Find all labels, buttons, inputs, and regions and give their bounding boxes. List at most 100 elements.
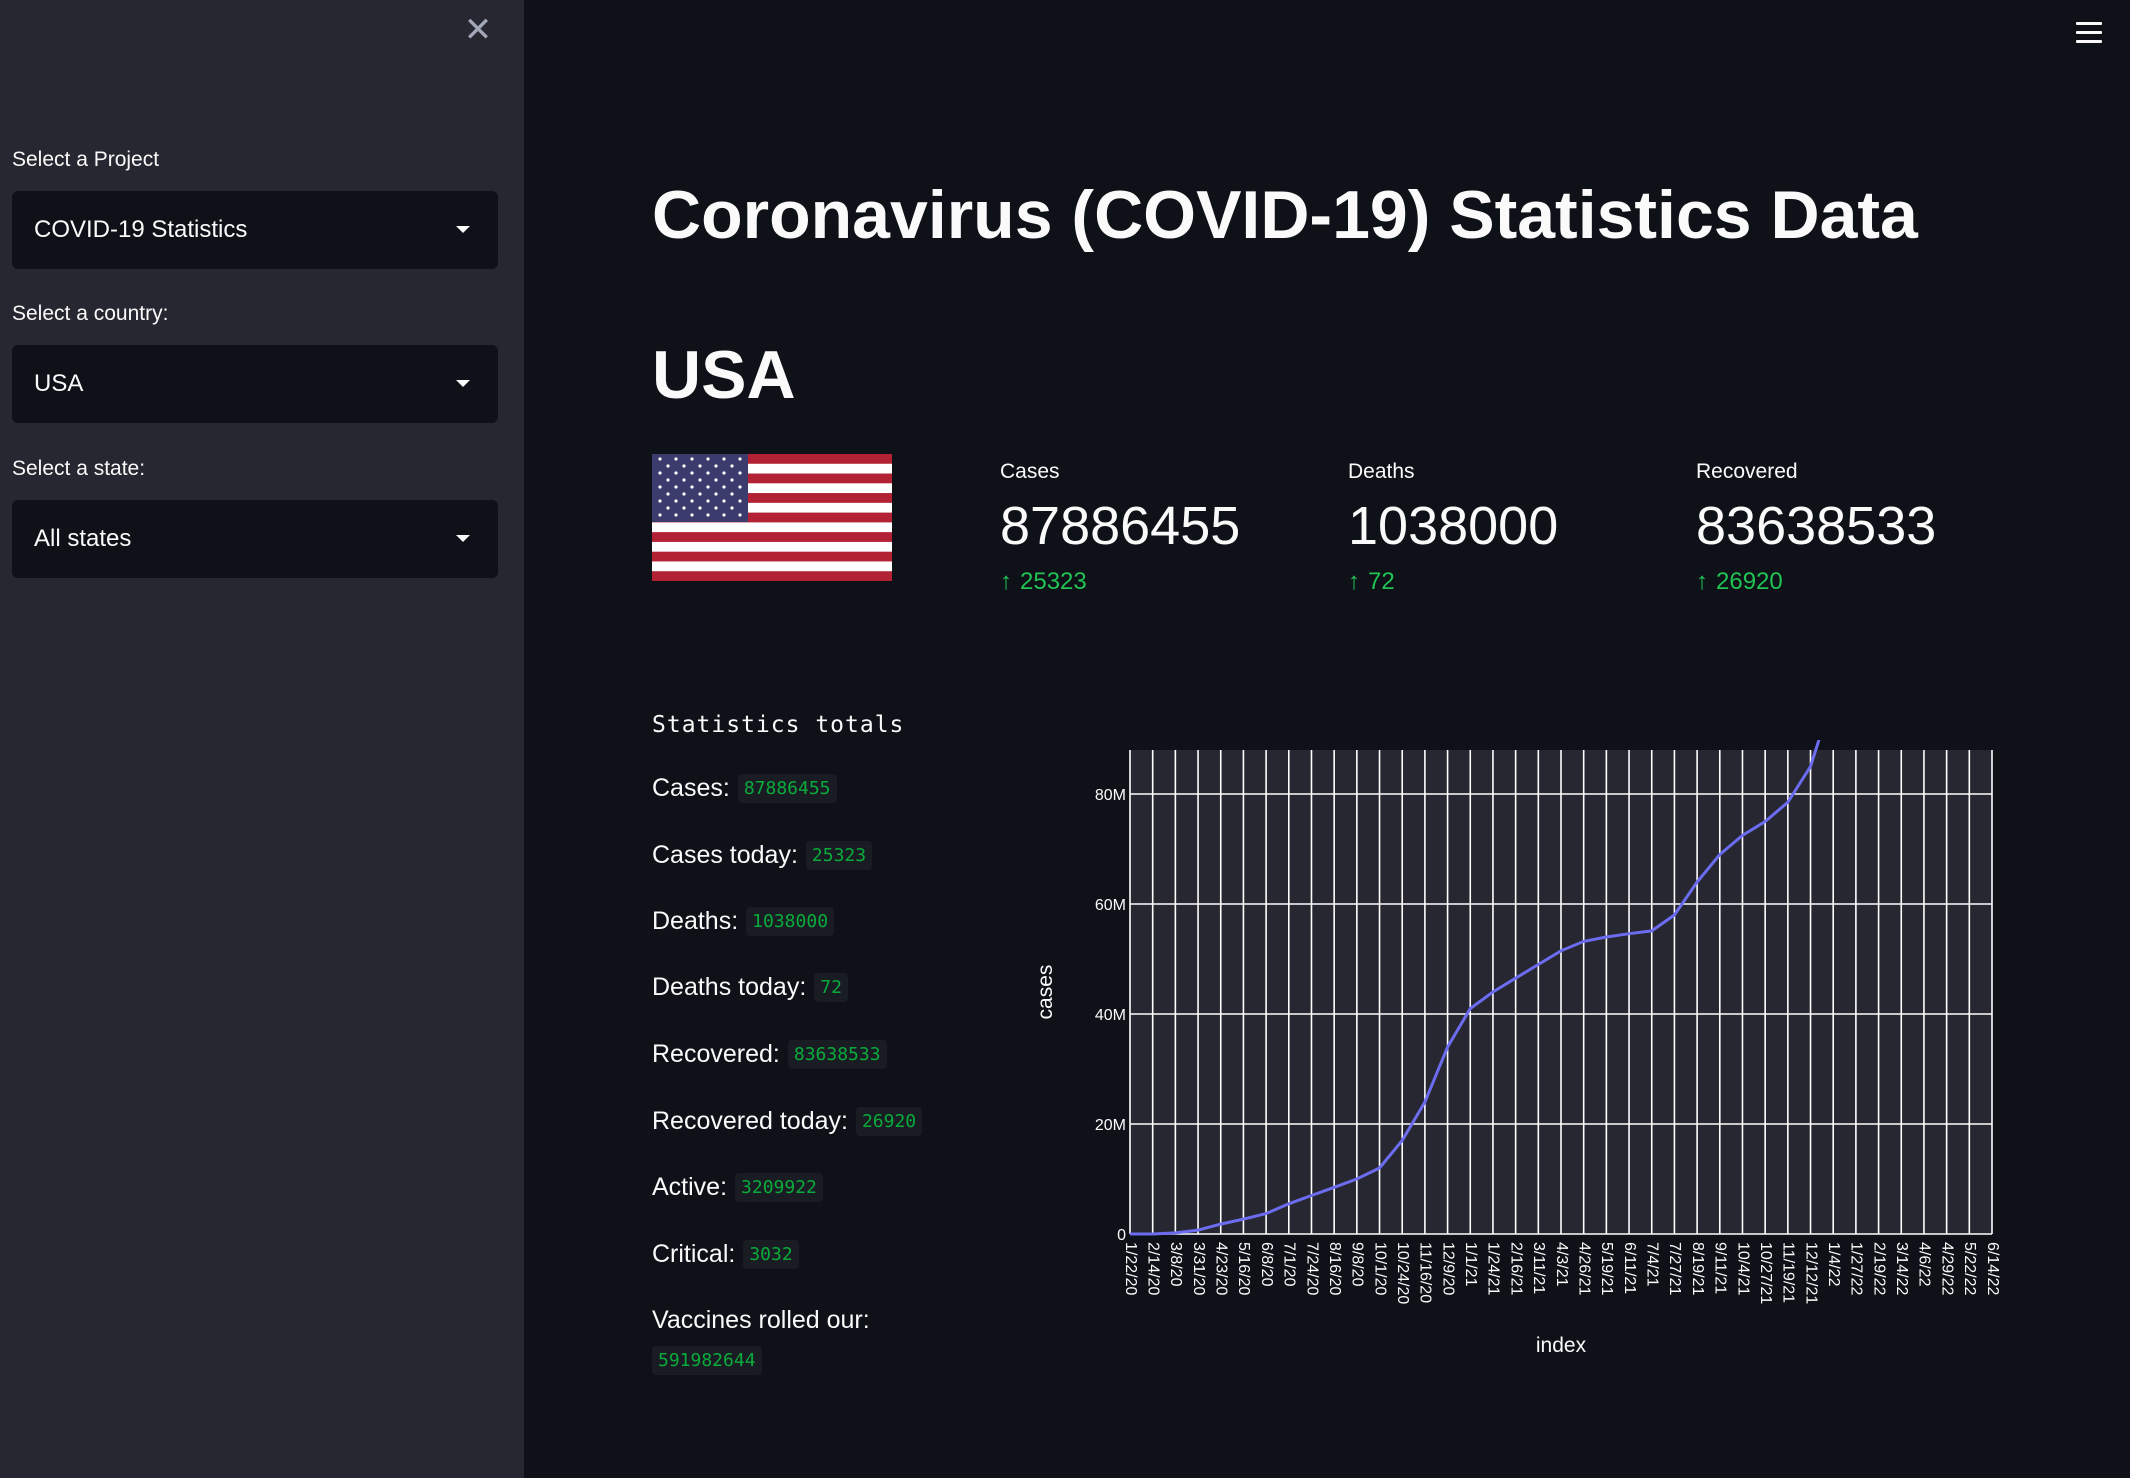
close-icon[interactable]: ✕ [462,13,494,47]
chevron-down-icon [456,226,470,233]
arrow-up-icon: ↑ [1348,568,1360,595]
x-tick-label: 11/16/20 [1417,1242,1434,1303]
y-tick-label: 60M [1095,897,1126,914]
x-tick-label: 1/1/21 [1462,1242,1479,1287]
stat-row-recovered-today: Recovered today: 26920 [652,1107,923,1136]
x-tick-label: 1/22/20 [1122,1242,1139,1295]
stat-row-deaths: Deaths: 1038000 [652,907,835,936]
y-tick-label: 20M [1095,1117,1126,1134]
metric-label: Recovered [1696,460,1798,483]
country-select-label: Select a country: [12,302,169,325]
country-select[interactable]: USA [12,345,498,423]
metric-delta: ↑ 72 [1348,568,1558,596]
x-tick-label: 3/31/20 [1190,1242,1207,1295]
chevron-down-icon [456,380,470,387]
x-tick-label: 7/4/21 [1644,1242,1661,1287]
x-tick-label: 12/12/21 [1802,1242,1819,1304]
chevron-down-icon [456,535,470,542]
stat-label: Recovered today: [652,1107,848,1135]
page-title: Coronavirus (COVID-19) Statistics Data [652,177,1918,253]
metric-cases: Cases 87886455 ↑ 25323 [1000,460,1240,596]
x-tick-label: 10/4/21 [1734,1242,1751,1295]
stat-row-vaccines-value: 591982644 [652,1346,762,1375]
stat-label: Vaccines rolled our: [652,1306,870,1334]
x-tick-label: 3/14/22 [1893,1242,1910,1295]
x-tick-label: 7/24/20 [1303,1242,1320,1295]
x-tick-label: 8/16/20 [1326,1242,1343,1295]
x-tick-label: 2/19/22 [1870,1242,1887,1295]
stat-label: Critical: [652,1240,736,1268]
stat-value: 83638533 [787,1040,887,1069]
stat-label: Deaths: [652,907,739,935]
x-tick-label: 5/16/20 [1235,1242,1252,1295]
x-tick-label: 4/26/21 [1575,1242,1592,1295]
stat-row-vaccines: Vaccines rolled our: [652,1306,870,1335]
x-tick-label: 9/8/20 [1349,1242,1366,1287]
x-tick-label: 4/6/22 [1916,1242,1933,1287]
metric-delta-value: 25323 [1020,568,1087,595]
x-tick-label: 11/19/21 [1780,1242,1797,1303]
metric-value: 83638533 [1696,496,1937,556]
state-select-label: Select a state: [12,457,146,480]
stat-label: Active: [652,1173,728,1201]
stat-value: 87886455 [737,774,837,803]
stat-value: 25323 [805,841,873,870]
x-tick-label: 9/11/21 [1712,1242,1729,1294]
stats-heading: Statistics totals [652,712,905,738]
stat-value: 591982644 [652,1346,762,1375]
stat-label: Cases today: [652,841,798,869]
usa-flag-icon [652,454,892,581]
x-tick-label: 6/8/20 [1258,1242,1275,1287]
cases-line-chart: 020M40M60M80M1/22/20 2/14/20 3/8/20 3/31/20… [1034,740,2001,1357]
x-tick-label: 1/4/22 [1825,1242,1842,1287]
x-tick-label: 5/19/21 [1598,1242,1615,1295]
x-tick-label: 2/16/21 [1507,1242,1524,1295]
country-title: USA [652,337,796,413]
metric-label: Deaths [1348,460,1415,483]
x-tick-label: 7/1/20 [1281,1242,1298,1287]
country-select-value: USA [34,370,84,397]
x-axis-label: index [1536,1334,1587,1357]
stat-row-deaths-today: Deaths today: 72 [652,973,848,1002]
x-tick-label: 2/14/20 [1144,1242,1161,1295]
y-axis-label: cases [1034,965,1057,1020]
state-select[interactable]: All states [12,500,498,578]
metric-deaths: Deaths 1038000 ↑ 72 [1348,460,1558,596]
x-tick-label: 6/14/22 [1984,1242,2001,1295]
state-select-value: All states [34,525,132,552]
project-select[interactable]: COVID-19 Statistics [12,191,498,269]
metric-value: 87886455 [1000,496,1241,556]
stat-value: 72 [814,973,848,1002]
x-tick-label: 4/29/22 [1938,1242,1955,1295]
project-select-value: COVID-19 Statistics [34,216,248,243]
metric-label: Cases [1000,460,1060,483]
arrow-up-icon: ↑ [1696,568,1708,595]
stat-value: 1038000 [746,907,835,936]
stat-value: 3032 [743,1240,799,1269]
metric-delta: ↑ 26920 [1696,568,1936,596]
x-tick-label: 12/9/20 [1439,1242,1456,1295]
metric-value: 1038000 [1348,496,1559,556]
x-tick-label: 10/1/20 [1371,1242,1388,1295]
stat-row-active: Active: 3209922 [652,1173,823,1202]
project-select-label: Select a Project [12,148,160,171]
x-tick-label: 10/24/20 [1394,1242,1411,1304]
stat-row-recovered: Recovered: 83638533 [652,1040,887,1069]
metric-recovered: Recovered 83638533 ↑ 26920 [1696,460,1936,596]
x-tick-label: 7/27/21 [1666,1242,1683,1295]
metric-delta-value: 72 [1368,568,1395,595]
x-tick-label: 3/8/20 [1167,1242,1184,1287]
hamburger-menu-icon[interactable] [2076,22,2102,44]
x-tick-label: 1/27/22 [1848,1242,1865,1295]
x-tick-label: 4/3/21 [1553,1242,1570,1287]
stat-label: Deaths today: [652,973,807,1001]
y-tick-label: 40M [1095,1007,1126,1024]
stat-label: Recovered: [652,1040,780,1068]
x-tick-label: 5/22/22 [1961,1242,1978,1295]
x-tick-label: 1/24/21 [1485,1242,1502,1295]
metric-delta-value: 26920 [1716,568,1783,595]
stat-value: 3209922 [735,1173,823,1202]
stat-row-cases: Cases: 87886455 [652,774,837,803]
stat-label: Cases: [652,774,730,802]
y-tick-label: 80M [1095,787,1126,804]
